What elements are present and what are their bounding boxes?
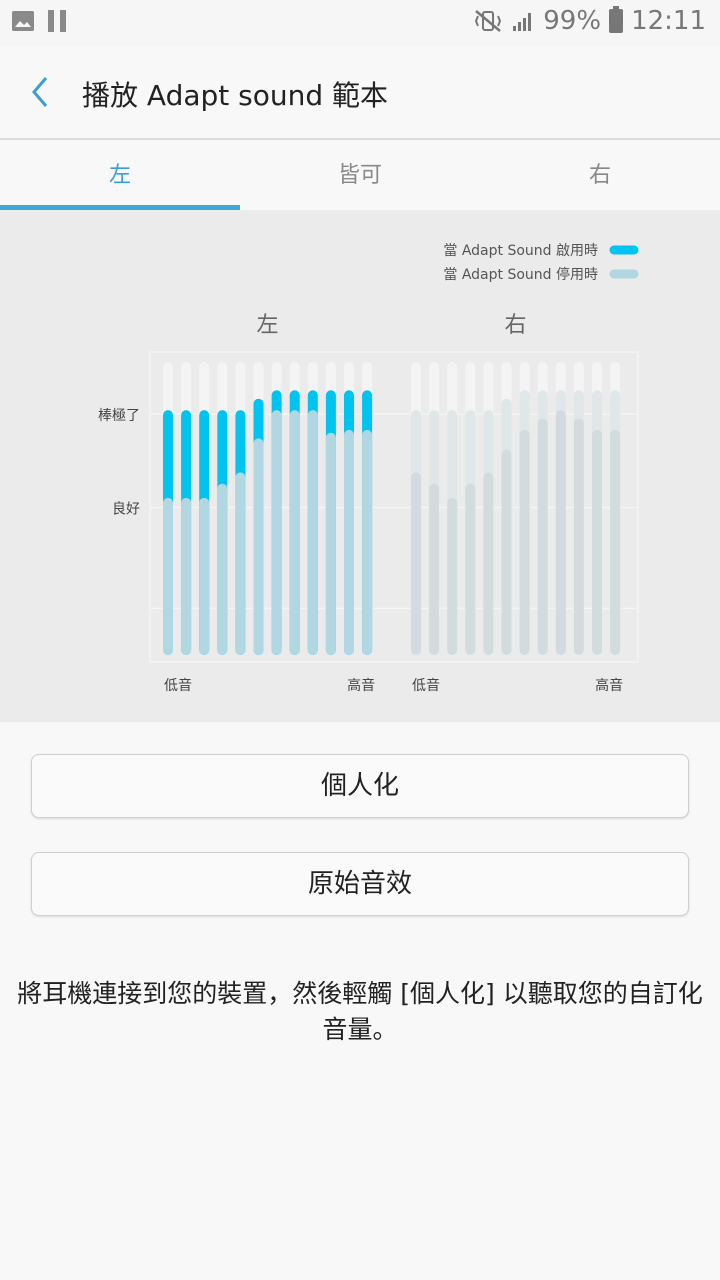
personalize-button[interactable]: 個人化 [31, 754, 689, 818]
battery-icon [609, 6, 624, 33]
signal-icon [513, 13, 532, 31]
x-high-label-0: 高音 [347, 677, 375, 694]
legend-label-1: 當 Adapt Sound 停用時 [443, 266, 598, 283]
panel-title-0: 左 [257, 313, 279, 338]
picture-icon [12, 11, 34, 31]
tab-left[interactable]: 左 [0, 140, 240, 210]
mute-vibrate-icon [475, 10, 502, 32]
chevron-left-icon[interactable] [24, 72, 60, 112]
x-low-label-1: 低音 [412, 677, 440, 694]
hearing-chart: 當 Adapt Sound 啟用時當 Adapt Sound 停用時 棒極了良好… [98, 243, 639, 694]
chart-plots: 棒極了良好 左低音 高音 右低音 高音 [98, 313, 639, 694]
legend-label-0: 當 Adapt Sound 啟用時 [443, 243, 598, 259]
panel-title-1: 右 [505, 313, 527, 338]
x-high-label-1: 高音 [595, 677, 623, 694]
status-bar: 99% 12:11 [0, 0, 720, 46]
chart-legend: 當 Adapt Sound 啟用時當 Adapt Sound 停用時 [443, 243, 639, 283]
x-low-label-0: 低音 [164, 677, 192, 694]
instruction-text: 將耳機連接到您的裝置，然後輕觸 [個人化] 以聽取您的自訂化音量。 [17, 979, 703, 1044]
tab-right[interactable]: 右 [480, 140, 720, 210]
clock: 12:11 [631, 6, 706, 36]
tab-bar: 左 皆可 右 [0, 140, 720, 210]
tab-both[interactable]: 皆可 [240, 140, 480, 210]
battery-percent: 99% [543, 6, 602, 36]
y-tick-label-1: 良好 [112, 502, 140, 518]
original-sound-button[interactable]: 原始音效 [31, 852, 689, 916]
y-tick-label-0: 棒極了 [98, 408, 140, 424]
page-title: 播放 Adapt sound 範本 [82, 79, 389, 112]
chart-panel: 當 Adapt Sound 啟用時當 Adapt Sound 停用時 棒極了良好… [0, 210, 720, 722]
status-right: 99% 12:11 [473, 6, 706, 36]
status-left [12, 10, 68, 32]
app-header: 播放 Adapt sound 範本 [0, 46, 720, 140]
pause-icon [48, 10, 68, 32]
